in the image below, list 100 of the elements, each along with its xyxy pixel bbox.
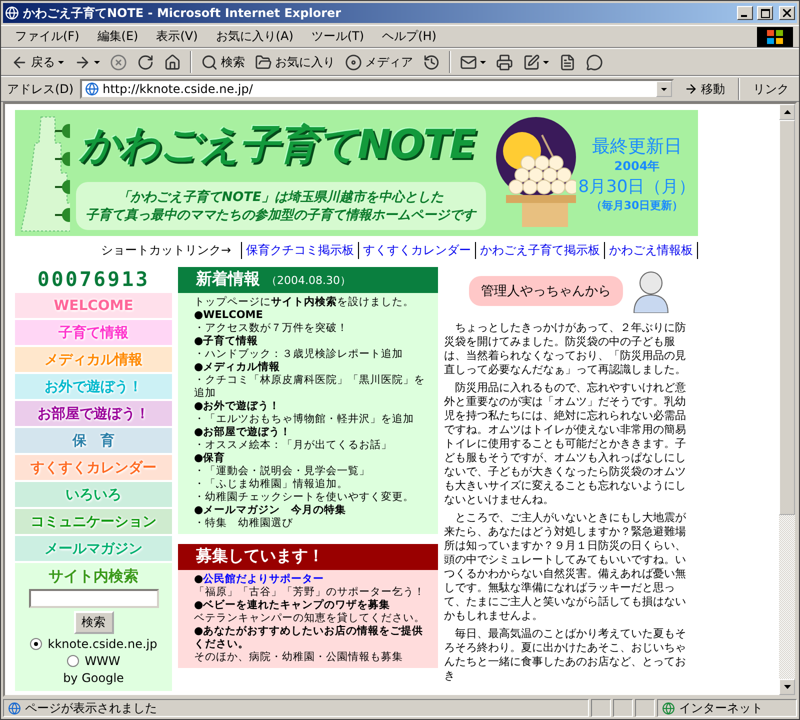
news-text: ・アクセス数が７万件を突破！	[194, 322, 349, 334]
maximize-icon	[760, 8, 770, 18]
news-text: トップページにサイト内検索を設けました。	[194, 296, 415, 309]
scrollbar[interactable]	[779, 104, 795, 695]
zone-text: インターネット	[679, 700, 763, 716]
news-text: ・幼稚園チェックシートを使いやすく変更。	[194, 491, 415, 504]
news-date: （2004.08.30）	[266, 273, 351, 288]
recruit-title: 募集しています！	[196, 546, 324, 567]
home-icon	[164, 54, 181, 70]
address-label: アドレス(D)	[7, 80, 74, 98]
news-text: ・ハンドブック：３歳児検診レポート追加	[194, 348, 404, 361]
bullet-icon: ●	[194, 573, 204, 586]
update-date: 8月30日（月）	[578, 176, 696, 198]
news-heading: ●保育	[194, 452, 226, 465]
speech-bubble: 管理人やっちゃんから	[469, 276, 623, 306]
radio-button[interactable]	[30, 638, 42, 650]
search-button[interactable]: 検索	[74, 611, 114, 634]
search-title: サイト内検索	[48, 567, 138, 586]
shortcut-link[interactable]: かわごえ情報板	[604, 242, 698, 259]
media-button[interactable]: メディア	[341, 54, 417, 70]
back-button[interactable]: 戻る	[7, 54, 68, 70]
minimize-button[interactable]	[737, 6, 753, 20]
recruit-text: ベテランキャンパーの知恵を貸してください。	[194, 612, 426, 624]
radio-label: WWW	[84, 654, 120, 668]
go-arrow-icon	[684, 82, 698, 96]
favorites-button[interactable]: お気に入り	[251, 54, 339, 70]
printer-icon	[496, 54, 513, 70]
menu-item[interactable]: ヘルプ(H)	[374, 28, 444, 45]
news-heading: ●メールマガジン 今月の特集	[194, 504, 348, 517]
document-icon	[559, 54, 576, 70]
scroll-thumb[interactable]	[779, 120, 795, 515]
folder-icon	[255, 54, 272, 70]
news-text: ・「エルツおもちゃ博物館・軽井沢」を追加	[194, 413, 415, 426]
site-title: かわごえ子育てNOTE	[78, 120, 476, 170]
page-icon	[8, 702, 21, 714]
recruit-link[interactable]: 公民館だよりサポーター	[203, 573, 324, 586]
radio-button[interactable]	[66, 655, 79, 667]
search-credit: by Google	[63, 671, 124, 685]
recruit-text: 「福原」「古谷」「芳野」のサポーター乞う！	[194, 586, 426, 599]
refresh-icon	[137, 54, 154, 70]
page-icon	[84, 82, 99, 96]
search-field[interactable]	[28, 589, 158, 608]
news-title: 新着情報	[196, 269, 260, 290]
status-section	[591, 699, 611, 717]
radio-label: kknote.cside.ne.jp	[48, 637, 158, 651]
search-button[interactable]: 検索	[197, 54, 249, 70]
menu-item[interactable]: お気に入り(A)	[208, 28, 302, 45]
stop-icon	[110, 54, 127, 70]
news-heading: ●WELCOME	[194, 309, 264, 322]
window-title: かわごえ子育てNOTE - Microsoft Internet Explorer	[23, 4, 342, 22]
news-text: ・クチコミ「林原皮膚科医院」「黒川医院」を追加	[194, 374, 426, 400]
news-heading: ●子育て情報	[194, 335, 260, 348]
speech-bubble-icon	[586, 54, 603, 70]
update-note: （毎月30日更新）	[590, 198, 684, 212]
update-year: 2004年	[614, 158, 660, 174]
message-paragraph: 毎日、最高気温のことばかり考えていた夏もそろそろ終わり。夏に出かけたあそこ、おじいちゃんたちと一緒に食事したあのお店など、とっておき	[444, 627, 687, 683]
globe-icon	[662, 702, 675, 714]
scroll-up-button[interactable]	[779, 104, 795, 120]
down-arrow-icon	[784, 685, 790, 689]
update-label: 最終更新日	[592, 134, 682, 158]
visitor-counter: 00076913	[37, 267, 150, 291]
up-arrow-icon	[784, 110, 790, 114]
maximize-button[interactable]	[757, 6, 773, 20]
flag-logo	[757, 26, 793, 46]
tagline-text: 子育て真っ最中のママたちの参加型の子育て情報ホームページです	[86, 206, 476, 224]
recruit-text: そのほか、病院・幼稚園・公園情報も募集	[194, 651, 404, 664]
tagline-text: 「かわごえ子育てNOTE」は埼玉県川越市を中心とした	[118, 188, 444, 206]
status-section	[635, 699, 655, 717]
menu-item[interactable]: 編集(E)	[89, 28, 146, 45]
message-paragraph: ところで、ご主人がいないときにもし大地震が来たら、あなたはどう対処しますか？緊急避難場所は知っていますか？９月１日防災の日くらい、頭の中でシミュレートしてみてもいいですね。いつくるかわからない自然災害。備えあれば憂い無しです。無駄な準備になればラッキーだと思って、たまにご主人と笑いながら話しても損はないかもしれませんよ。	[444, 511, 687, 623]
menu-item[interactable]: ファイル(F)	[7, 28, 88, 45]
recruit-heading: ●あなたがおすすめしたいお店の情報をご提供ください。	[194, 625, 424, 651]
edit-icon	[523, 54, 540, 70]
links-button[interactable]: リンク	[749, 80, 793, 98]
news-text: ・オススメ絵本：「月が出てくるお話」	[194, 439, 393, 452]
history-icon	[423, 54, 440, 70]
news-heading: ●メディカル情報	[194, 361, 282, 374]
news-heading: ●お部屋で遊ぼう！	[194, 426, 292, 439]
scroll-down-button[interactable]	[779, 679, 795, 695]
shortcut-label: ショートカットリンク→	[100, 242, 231, 259]
shortcut-link[interactable]: 保育クチコミ掲示板	[241, 242, 358, 259]
status-section	[613, 699, 633, 717]
go-button[interactable]: 移動	[680, 80, 729, 98]
mail-icon	[460, 54, 477, 70]
news-text: ・「運動会・説明会・見学会一覧」	[194, 465, 371, 478]
close-button[interactable]	[779, 6, 795, 20]
menu-item[interactable]: ツール(T)	[303, 28, 372, 45]
close-icon	[783, 9, 791, 17]
shortcut-link[interactable]: すくすくカレンダー	[358, 242, 475, 259]
dropdown-button[interactable]	[656, 81, 672, 97]
browser-icon	[5, 6, 19, 20]
person-avatar	[631, 269, 671, 313]
disc-icon	[345, 54, 362, 70]
news-text: ・特集 幼稚園選び	[194, 517, 294, 530]
menu-item[interactable]: 表示(V)	[148, 28, 206, 45]
recruit-heading: ●ベビーを連れたキャンプのワザを募集	[194, 599, 392, 612]
address-field[interactable]: http://kknote.cside.ne.jp/	[80, 79, 674, 99]
news-text: ・「ふじま幼稚園」情報追加。	[194, 478, 349, 491]
nav-item[interactable]: お部屋で遊ぼう！	[15, 401, 172, 426]
shortcut-link[interactable]: かわごえ子育て掲示板	[475, 242, 604, 259]
